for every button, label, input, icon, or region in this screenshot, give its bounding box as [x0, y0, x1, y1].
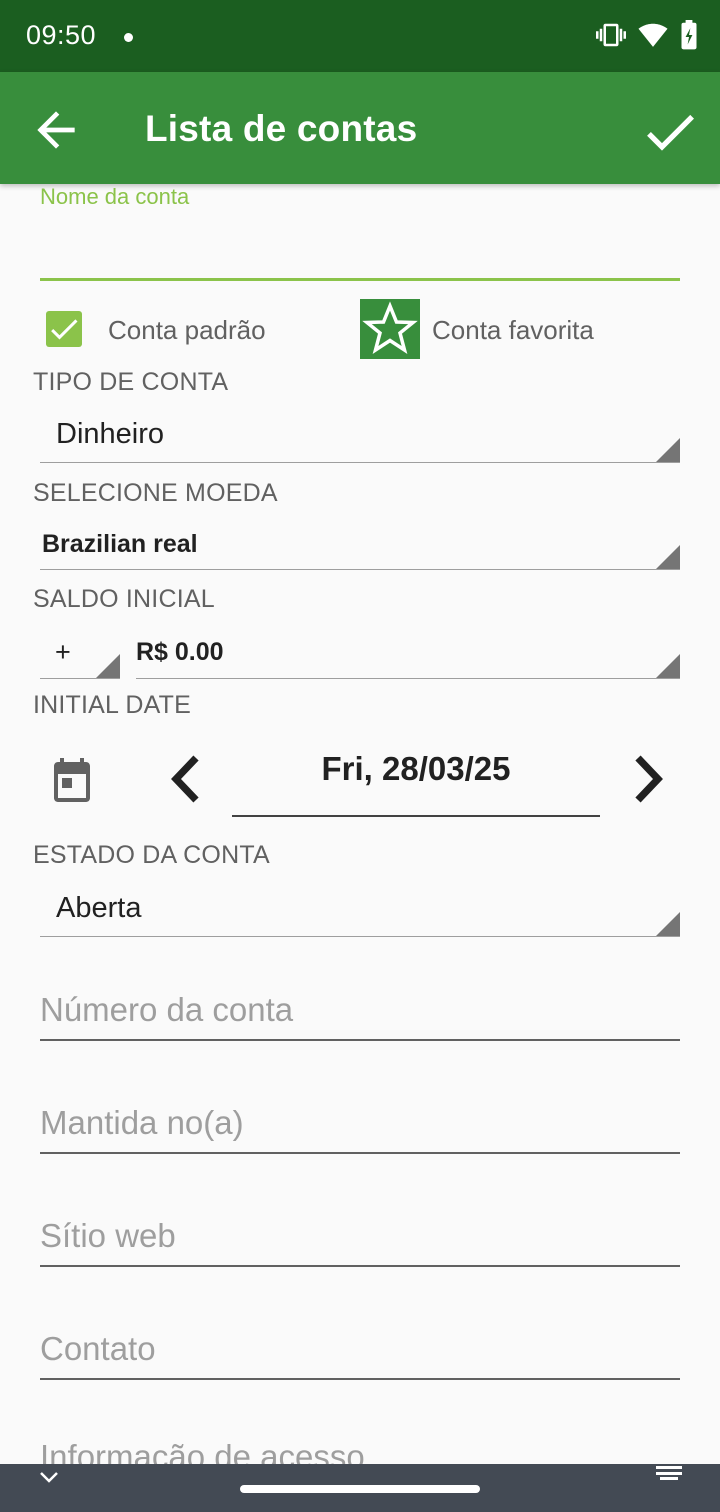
default-account-checkbox[interactable]: [46, 311, 82, 347]
previous-date-button[interactable]: [162, 752, 210, 806]
spinner-underline: [40, 569, 680, 570]
spinner-underline: [136, 678, 680, 679]
dropdown-triangle-icon: [656, 912, 680, 936]
favorite-account-toggle[interactable]: [360, 299, 420, 359]
status-bar: 09:50: [0, 0, 720, 72]
status-icons: [596, 20, 698, 50]
account-type-label: TIPO DE CONTA: [33, 368, 229, 396]
app-bar: Lista de contas: [0, 72, 720, 184]
date-underline: [232, 815, 600, 817]
account-state-label: ESTADO DA CONTA: [33, 841, 270, 869]
chevron-right-icon: [635, 755, 663, 803]
calendar-button[interactable]: [48, 754, 96, 806]
back-button[interactable]: [28, 102, 84, 158]
next-date-button[interactable]: [624, 752, 672, 806]
balance-sign-spinner[interactable]: +: [40, 630, 120, 680]
calendar-icon: [54, 758, 90, 802]
dropdown-triangle-icon: [656, 654, 680, 678]
dropdown-triangle-icon: [656, 438, 680, 462]
favorite-account-label: Conta favorita: [432, 315, 594, 345]
currency-label: SELECIONE MOEDA: [33, 479, 278, 507]
page-title: Lista de contas: [145, 108, 418, 149]
contact-placeholder: Contato: [40, 1330, 156, 1367]
account-name-underline: [40, 278, 680, 281]
navigation-bar: [0, 1464, 720, 1512]
check-icon: [647, 114, 694, 151]
spinner-underline: [40, 678, 120, 679]
account-type-value: Dinheiro: [56, 418, 164, 450]
save-button[interactable]: [638, 100, 702, 164]
account-number-placeholder: Número da conta: [40, 991, 294, 1028]
field-underline: [40, 1039, 680, 1041]
home-gesture-handle[interactable]: [240, 1485, 480, 1493]
currency-spinner[interactable]: Brazilian real: [40, 522, 680, 572]
account-name-label: Nome da conta: [40, 184, 190, 209]
field-underline: [40, 1152, 680, 1154]
spinner-underline: [40, 462, 680, 463]
wifi-icon: [638, 23, 668, 47]
dropdown-triangle-icon: [656, 545, 680, 569]
chevron-left-icon: [171, 755, 199, 803]
date-value: Fri, 28/03/25: [321, 750, 511, 787]
account-state-spinner[interactable]: Aberta: [40, 884, 680, 938]
account-name-input[interactable]: [40, 212, 680, 278]
held-at-placeholder: Mantida no(a): [40, 1104, 244, 1141]
vibrate-icon: [596, 23, 626, 47]
checkbox-checked-icon: [51, 319, 78, 340]
account-type-spinner[interactable]: Dinheiro: [40, 410, 680, 464]
arrow-left-icon: [37, 111, 75, 149]
spinner-underline: [40, 936, 680, 937]
keyboard-icon[interactable]: [656, 1466, 682, 1480]
field-underline: [40, 1265, 680, 1267]
field-underline: [40, 1378, 680, 1380]
chevron-down-icon[interactable]: [38, 1470, 60, 1486]
status-time: 09:50: [26, 20, 97, 50]
star-outline-icon: [362, 301, 418, 354]
balance-sign-value: +: [55, 637, 71, 667]
account-state-value: Aberta: [56, 892, 142, 924]
website-placeholder: Sítio web: [40, 1217, 176, 1254]
initial-balance-input[interactable]: R$ 0.00: [136, 630, 680, 680]
initial-balance-label: SALDO INICIAL: [33, 585, 215, 613]
battery-charging-icon: [681, 20, 697, 50]
notification-dot-icon: [124, 33, 133, 42]
default-account-label: Conta padrão: [108, 315, 266, 345]
initial-balance-value: R$ 0.00: [136, 638, 224, 666]
initial-date-label: INITIAL DATE: [33, 691, 191, 719]
currency-value: Brazilian real: [42, 530, 198, 558]
dropdown-triangle-icon: [96, 654, 120, 678]
